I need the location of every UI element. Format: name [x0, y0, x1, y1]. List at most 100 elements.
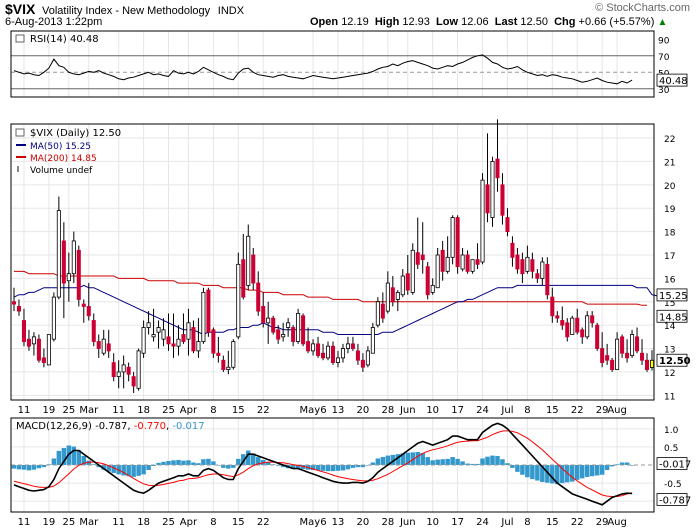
candle-body [141, 327, 146, 354]
macd-histogram-bar [589, 465, 595, 477]
price-tick-label: 18 [664, 229, 676, 239]
candle-body [330, 345, 336, 363]
macd-histogram-bar [570, 465, 575, 482]
candle-body [266, 317, 271, 324]
x-axis-label: Aug [607, 405, 627, 416]
x-axis-label: 20 [357, 405, 370, 416]
candle-body [620, 336, 625, 354]
macd-histogram-bar [460, 461, 465, 465]
candle-body [425, 266, 430, 296]
candle-body [415, 252, 420, 265]
macd-histogram-bar [51, 458, 57, 465]
x-axis-label: Jul [500, 405, 513, 416]
x-axis-label-bottom: 8 [210, 517, 216, 528]
macd-histogram-bar [490, 455, 495, 465]
price-tick-label: 11 [664, 392, 675, 402]
macd-legend-part: -0.787 [92, 421, 127, 432]
x-axis-label: 24 [476, 405, 489, 416]
volume-legend-icon [17, 166, 19, 172]
x-axis-label: 28 [381, 405, 394, 416]
price-last-label: 12.50 [659, 356, 691, 367]
x-axis-label-bottom: 22 [257, 517, 270, 528]
x-axis-label-bottom: Jun [399, 517, 416, 528]
candle-body [11, 301, 17, 305]
x-axis-label-bottom: 13 [332, 517, 345, 528]
macd-histogram-bar [71, 446, 77, 465]
rsi-legend: RSI(14) 40.48 [30, 34, 99, 45]
candle-body [590, 315, 595, 324]
macd-histogram-bar [530, 465, 535, 480]
candle-body [520, 259, 525, 275]
x-axis-label: 15 [546, 405, 559, 416]
candle-body [251, 254, 256, 284]
x-axis-label-bottom: 24 [476, 517, 489, 528]
macd-histogram-bar [26, 465, 32, 471]
macd-histogram-bar [525, 465, 530, 478]
macd-histogram-bar [415, 451, 420, 465]
x-axis-label-bottom: Jul [500, 517, 513, 528]
x-axis-label-bottom: 20 [357, 517, 370, 528]
macd-histogram-bar [485, 456, 490, 465]
candle-body [410, 249, 415, 293]
candle-body [350, 343, 355, 349]
macd-histogram-bar [16, 465, 22, 470]
candle-body [96, 341, 101, 349]
x-axis-label-bottom: 17 [451, 517, 464, 528]
macd-legend-part: -0.770 [134, 421, 166, 432]
candle-body [535, 273, 540, 279]
candle-body [405, 273, 410, 291]
candle-body [515, 254, 520, 270]
candle-body [196, 341, 201, 352]
x-axis-label-bottom: Aug [607, 517, 627, 528]
candle-body [470, 259, 475, 272]
candle-body [530, 259, 535, 272]
price-legend-ma200: MA(200) 14.85 [30, 154, 97, 164]
candle-body [121, 364, 126, 373]
candle-body [640, 352, 645, 361]
price-tick-label: 17 [664, 252, 675, 262]
candle-body [176, 338, 181, 347]
x-axis-label: 22 [257, 405, 270, 416]
candle-body [136, 350, 141, 389]
candle-body [445, 256, 450, 272]
candle-body [540, 261, 545, 279]
macd-histogram-bar [375, 458, 381, 465]
candle-body [56, 210, 61, 298]
ma50-last-label: 15.25 [659, 291, 688, 302]
macd-histogram-bar [425, 457, 430, 465]
rsi-line [13, 54, 633, 85]
candle-body [440, 249, 445, 272]
candle-body [256, 282, 261, 312]
rsi-panel-frame [10, 30, 655, 98]
macd-histogram-bar [535, 465, 540, 481]
price-tick-label: 12 [664, 369, 675, 379]
macd-histogram-bar [171, 460, 176, 465]
candle-body [51, 296, 56, 340]
macd-histogram-bar [445, 458, 450, 465]
candle-body [296, 313, 301, 342]
candle-body [600, 348, 605, 363]
macd-histogram-bar [181, 460, 186, 465]
candle-body [355, 350, 360, 361]
candle-body [16, 306, 22, 312]
candle-body [226, 366, 231, 370]
x-axis-label: Jun [399, 405, 416, 416]
candle-body [271, 317, 276, 333]
candle-body [460, 254, 465, 270]
candle-body [560, 320, 565, 326]
ma50-line [13, 284, 658, 336]
candle-body [181, 334, 186, 342]
candle-body [231, 341, 236, 368]
candle-body [630, 334, 635, 356]
candle-body [365, 350, 370, 366]
candle-body [61, 240, 66, 284]
x-axis-label-bottom: 22 [571, 517, 584, 528]
x-axis-label-bottom: 15 [546, 517, 559, 528]
candle-body [106, 343, 111, 352]
chart-canvas: RSI(14) 40.483050709040.48$VIX (Daily) 1… [10, 30, 691, 528]
candle-body [340, 348, 345, 359]
candle-body [301, 315, 306, 345]
candle-body [615, 338, 620, 370]
macd-histogram-bar [345, 465, 351, 470]
x-axis-label: 8 [524, 405, 530, 416]
